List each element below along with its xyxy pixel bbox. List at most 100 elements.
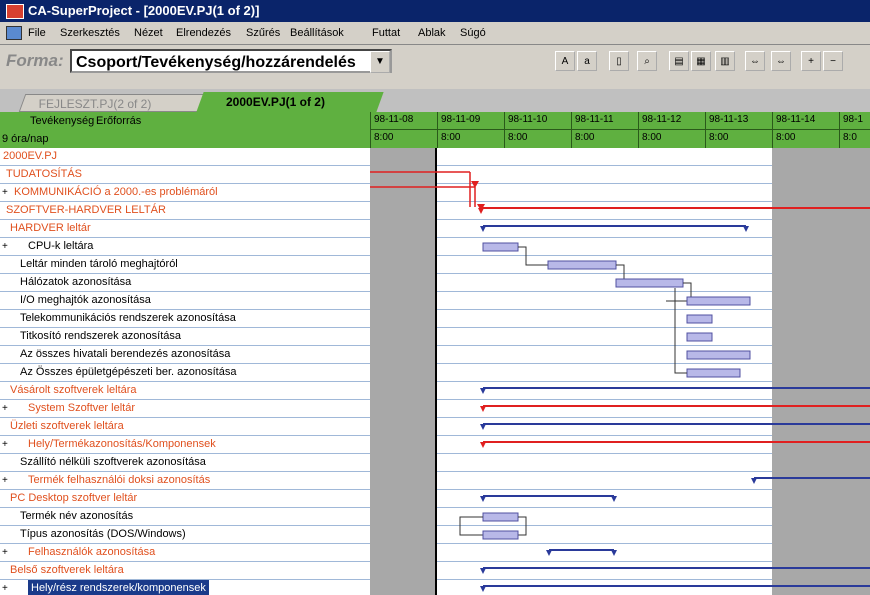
menu-sugo[interactable]: Súgó: [460, 22, 486, 44]
zoom-out-icon[interactable]: −: [823, 51, 843, 71]
forma-value: Csoport/Tevékenység/hozzárendelés: [76, 54, 356, 71]
table-icon[interactable]: ▦: [691, 51, 711, 71]
task-row[interactable]: Üzleti szoftverek leltára: [0, 418, 370, 436]
menu-beallitasok[interactable]: Beállítások: [290, 22, 344, 44]
menu-ablak[interactable]: Ablak: [418, 22, 446, 44]
search-icon[interactable]: ⌕: [637, 51, 657, 71]
date-divider: [505, 129, 571, 130]
summary-system-start: [480, 406, 486, 412]
expand-icon[interactable]: +: [2, 238, 8, 255]
expand-icon[interactable]: +: [2, 436, 8, 453]
task-row[interactable]: I/O meghajtók azonosítása: [0, 292, 370, 310]
date-divider: [706, 129, 772, 130]
task-row[interactable]: + CPU-k leltára: [0, 238, 370, 256]
zoom-in-icon[interactable]: +: [801, 51, 821, 71]
task-row[interactable]: + Felhasználók azonosítása: [0, 544, 370, 562]
time-label: 8:00: [508, 132, 528, 143]
task-row[interactable]: + Hely/Termékazonosítás/Komponensek: [0, 436, 370, 454]
task-row[interactable]: Típus azonosítás (DOS/Windows): [0, 526, 370, 544]
task-name: Hely/Termékazonosítás/Komponensek: [28, 438, 216, 450]
task-name: Az összes hivatali berendezés azonosítás…: [20, 348, 231, 360]
task-name: Leltár minden tároló meghajtóról: [20, 258, 178, 270]
summary-vasarolt-start: [480, 388, 486, 394]
chevron-down-icon[interactable]: ▼: [370, 51, 390, 73]
text-small-icon[interactable]: a: [577, 51, 597, 71]
task-row[interactable]: + System Szoftver leltár: [0, 400, 370, 418]
expand-icon[interactable]: +: [2, 184, 8, 201]
task-row[interactable]: Szállító nélküli szoftverek azonosítása: [0, 454, 370, 472]
date-column: 98-11-13 8:00: [705, 112, 772, 148]
date-divider: [438, 129, 504, 130]
task-name: KOMMUNIKÁCIÓ a 2000.-es problémáról: [14, 186, 218, 198]
time-label: 8:00: [776, 132, 796, 143]
bar-io: [686, 296, 751, 306]
column-header-activity[interactable]: Tevékenység: [30, 115, 94, 127]
forma-select[interactable]: Csoport/Tevékenység/hozzárendelés ▼: [70, 49, 392, 73]
tab-fejleszt[interactable]: FEJLESZT.PJ(2 of 2): [18, 94, 216, 112]
summary-hely-termek-start: [480, 442, 486, 448]
task-row[interactable]: Leltár minden tároló meghajtóról: [0, 256, 370, 274]
task-row[interactable]: TUDATOSÍTÁS: [0, 166, 370, 184]
expand-icon[interactable]: +: [2, 580, 8, 595]
task-row[interactable]: HARDVER leltár: [0, 220, 370, 238]
scale-icon-2[interactable]: ⇔: [771, 51, 791, 71]
time-label: 8:00: [575, 132, 595, 143]
menu-file[interactable]: File: [28, 22, 46, 44]
layout-icon[interactable]: ▤: [669, 51, 689, 71]
bar-hivatali: [686, 350, 751, 360]
menu-futtat[interactable]: Futtat: [372, 22, 400, 44]
date-column: 98-11-12 8:00: [638, 112, 705, 148]
task-row[interactable]: + KOMMUNIKÁCIÓ a 2000.-es problémáról: [0, 184, 370, 202]
column-header-resource[interactable]: Erőforrás: [96, 115, 141, 127]
date-column: 98-11-14 8:00: [772, 112, 839, 148]
task-row[interactable]: + Hely/rész rendszerek/komponensek: [0, 580, 370, 595]
task-row[interactable]: Telekommunikációs rendszerek azonosítása: [0, 310, 370, 328]
chart-icon[interactable]: ▥: [715, 51, 735, 71]
summary-hardver-start: [480, 226, 486, 232]
task-list-header: Tevékenység Erőforrás 9 óra/nap: [0, 112, 370, 149]
time-label: 8:00: [642, 132, 662, 143]
text-large-icon[interactable]: A: [555, 51, 575, 71]
summary-pc-desktop-start: [480, 496, 486, 502]
date-label: 98-1: [843, 114, 864, 125]
task-name: I/O meghajtók azonosítása: [20, 294, 151, 306]
menu-szures[interactable]: Szűrés: [246, 22, 280, 44]
document-icon[interactable]: [6, 26, 22, 40]
menu-szerkesztes[interactable]: Szerkesztés: [60, 22, 120, 44]
task-name: Titkosító rendszerek azonosítása: [20, 330, 182, 342]
menu-elrendezes[interactable]: Elrendezés: [176, 22, 231, 44]
task-row[interactable]: SZOFTVER-HARDVER LELTÁR: [0, 202, 370, 220]
summary-felhasznalok-end: [611, 550, 617, 556]
page-icon[interactable]: ▯: [609, 51, 629, 71]
task-row[interactable]: Az összes hivatali berendezés azonosítás…: [0, 346, 370, 364]
task-row[interactable]: Az Összes épületgépészeti ber. azonosítá…: [0, 364, 370, 382]
task-row[interactable]: Belső szoftverek leltára: [0, 562, 370, 580]
bar-tipus: [482, 530, 519, 540]
task-row[interactable]: Vásárolt szoftverek leltára: [0, 382, 370, 400]
task-name: Típus azonosítás (DOS/Windows): [20, 528, 186, 540]
summary-felhasznalok-start: [546, 550, 552, 556]
menu-nezet[interactable]: Nézet: [134, 22, 163, 44]
bar-halozatok: [615, 278, 684, 288]
task-row[interactable]: Hálózatok azonosítása: [0, 274, 370, 292]
task-row[interactable]: 2000EV.PJ: [0, 148, 370, 166]
task-row[interactable]: Titkosító rendszerek azonosítása: [0, 328, 370, 346]
app-icon: [6, 4, 24, 19]
timeline-header: 98-11-08 8:00 98-11-09 8:00 98-11-10 8:00 98-1…: [370, 112, 870, 149]
bar-telekom: [686, 314, 713, 324]
gantt-chart: [370, 148, 870, 595]
expand-icon[interactable]: +: [2, 472, 8, 489]
scale-icon[interactable]: ⇔: [745, 51, 765, 71]
bar-tarolo: [547, 260, 617, 270]
expand-icon[interactable]: +: [2, 400, 8, 417]
tab-2000ev[interactable]: 2000EV.PJ(1 of 2): [196, 92, 384, 112]
task-name: Belső szoftverek leltára: [10, 564, 124, 576]
task-row[interactable]: PC Desktop szoftver leltár: [0, 490, 370, 508]
bar-epuletgepeszeti: [686, 368, 741, 378]
tab-label: 2000EV.PJ(1 of 2): [226, 95, 325, 109]
task-row[interactable]: + Termék felhasználói doksi azonosítás: [0, 472, 370, 490]
task-row[interactable]: Termék név azonosítás: [0, 508, 370, 526]
window-title: CA-SuperProject - [2000EV.PJ(1 of 2)]: [28, 3, 260, 18]
expand-icon[interactable]: +: [2, 544, 8, 561]
task-name: Az Összes épületgépészeti ber. azonosítá…: [20, 366, 237, 378]
